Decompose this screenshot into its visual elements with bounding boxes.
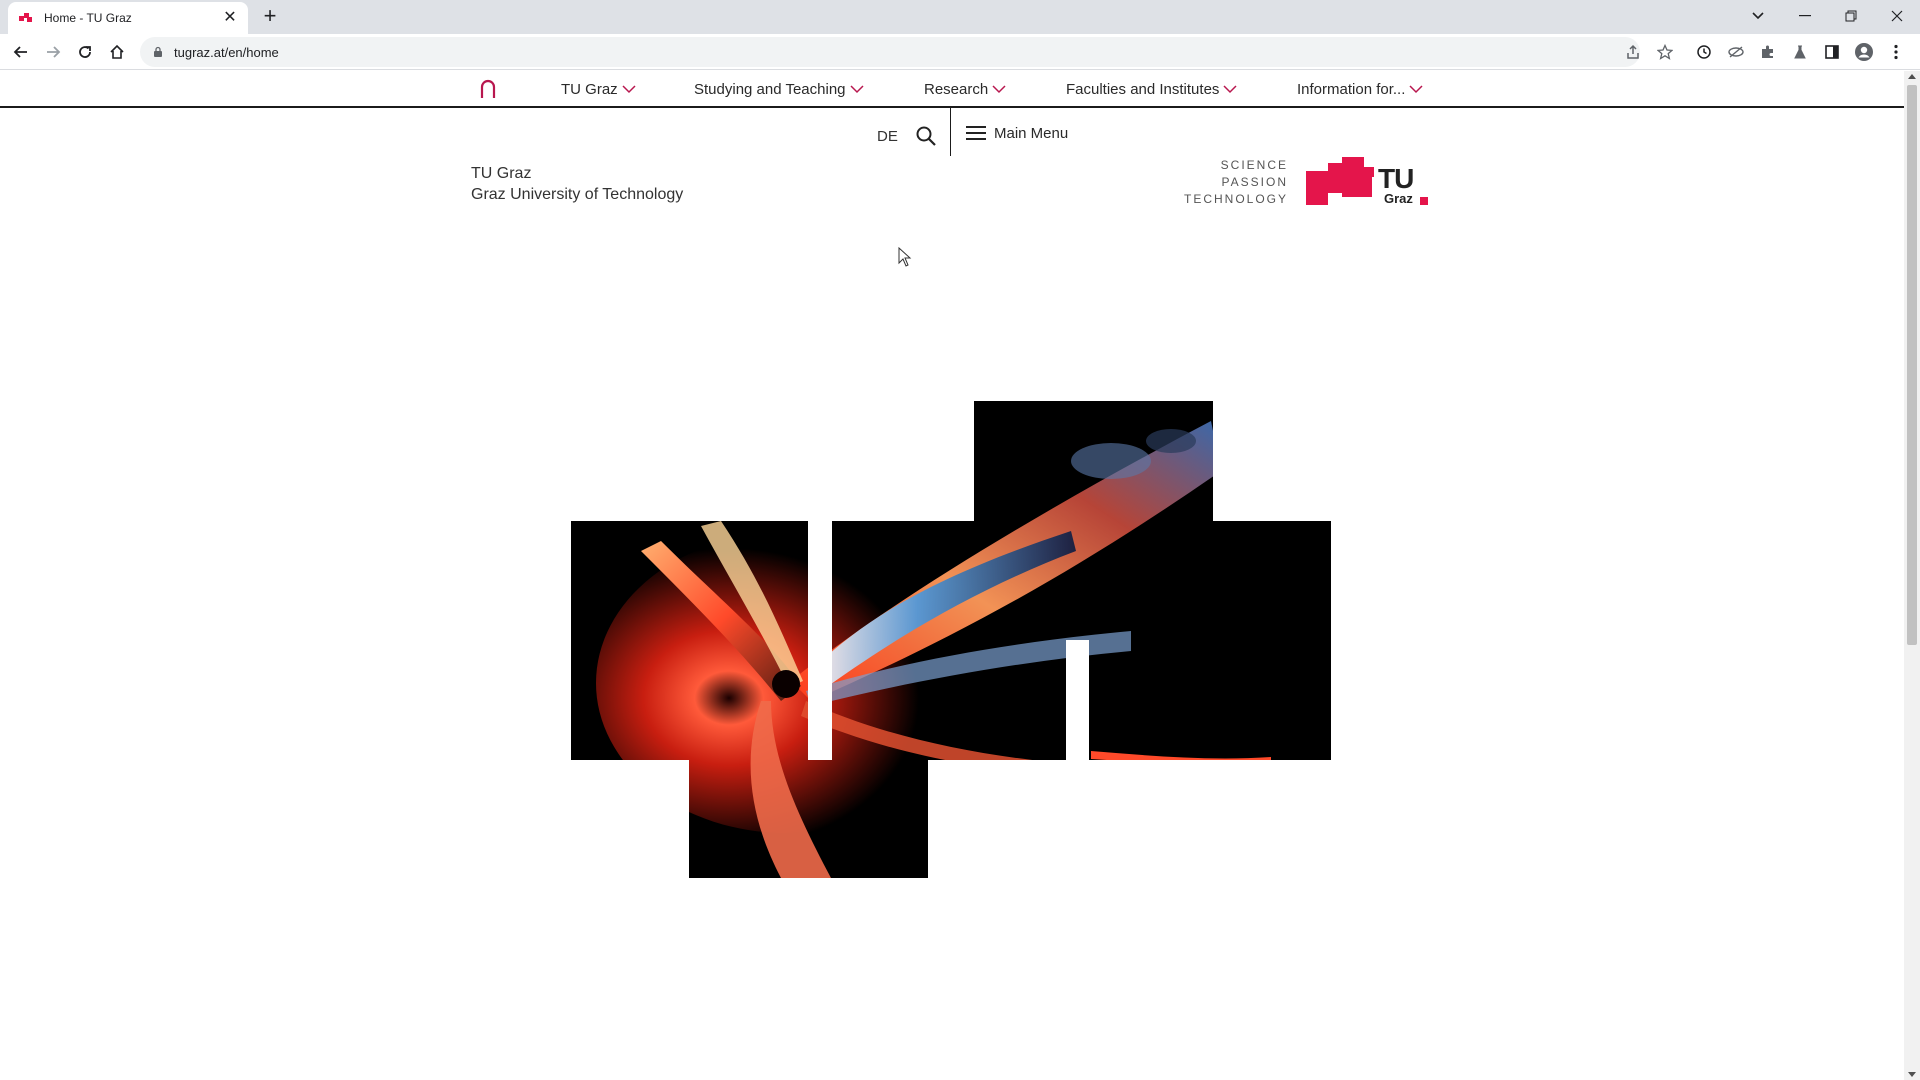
nav-item-label: TU Graz (561, 81, 618, 98)
address-bar[interactable]: tugraz.at/en/home (140, 37, 1640, 67)
mouse-cursor-icon (898, 247, 912, 267)
nav-item-faculties-and-institutes[interactable]: Faculties and Institutes (1066, 81, 1237, 98)
language-switch[interactable]: DE (877, 128, 898, 145)
chevron-down-icon (622, 85, 636, 94)
chevron-down-icon (992, 85, 1006, 94)
claim-line: SCIENCE (1220, 158, 1288, 172)
utility-divider (950, 108, 951, 156)
page-scrollbar[interactable] (1904, 71, 1920, 1080)
nav-item-tu-graz[interactable]: TU Graz (561, 81, 636, 98)
forward-arrow-icon[interactable] (41, 40, 65, 64)
window-close-icon[interactable] (1874, 0, 1920, 32)
scroll-down-arrow-icon[interactable] (1908, 1072, 1916, 1077)
browser-toolbar: tugraz.at/en/home (0, 34, 1920, 70)
nav-item-studying-and-teaching[interactable]: Studying and Teaching (694, 81, 864, 98)
back-arrow-icon[interactable] (9, 40, 33, 64)
tab-search-chevron-icon[interactable] (1744, 4, 1772, 28)
chevron-down-icon (1409, 85, 1423, 94)
restore-icon[interactable] (1828, 0, 1874, 32)
brand-claim: SCIENCE PASSION TECHNOLOGY (1180, 157, 1288, 208)
nav-item-label: Studying and Teaching (694, 81, 846, 98)
extension-eye-icon[interactable] (1724, 40, 1748, 64)
claim-line: TECHNOLOGY (1183, 192, 1288, 206)
nav-item-label: Research (924, 81, 989, 98)
home-arch-icon[interactable] (478, 79, 498, 99)
browser-tab-active[interactable]: Home - TU Graz ✕ (8, 2, 248, 34)
minimize-icon[interactable] (1782, 0, 1828, 32)
kebab-menu-icon[interactable] (1884, 40, 1908, 64)
nav-item-label: Information for... (1297, 81, 1406, 98)
scrollbar-thumb[interactable] (1907, 85, 1917, 645)
browser-tab-strip: Home - TU Graz ✕ + (0, 0, 1920, 34)
nav-item-label: Faculties and Institutes (1066, 81, 1220, 98)
nav-item-research[interactable]: Research (924, 81, 1006, 98)
close-icon[interactable]: ✕ (222, 10, 238, 26)
puzzle-icon[interactable] (1756, 40, 1780, 64)
hero-image (571, 401, 1331, 878)
brand-fullname: Graz University of Technology (471, 186, 684, 203)
hamburger-menu-icon (966, 126, 986, 140)
sidepanel-icon[interactable] (1820, 40, 1844, 64)
chevron-down-icon (1223, 85, 1237, 94)
lock-icon (154, 46, 162, 57)
site-main-navigation: TU Graz Studying and Teaching Research F… (0, 71, 1904, 108)
history-icon[interactable] (1692, 40, 1716, 64)
lab-flask-icon[interactable] (1788, 40, 1812, 64)
tab-title: Home - TU Graz (44, 11, 132, 25)
star-icon[interactable] (1653, 40, 1677, 64)
share-icon[interactable] (1621, 40, 1645, 64)
chevron-down-icon (849, 85, 864, 94)
scroll-up-arrow-icon[interactable] (1908, 74, 1916, 79)
url-text: tugraz.at/en/home (174, 44, 279, 60)
claim-line: PASSION (1221, 175, 1288, 189)
home-icon[interactable] (105, 40, 129, 64)
tugraz-favicon-icon (19, 13, 32, 22)
web-page: TU Graz Studying and Teaching Research F… (0, 71, 1904, 1080)
brand-name: TU Graz (471, 165, 532, 182)
main-menu-button[interactable]: Main Menu (966, 124, 1068, 142)
logo-subtext: Graz (1384, 191, 1413, 206)
profile-icon[interactable] (1852, 40, 1876, 64)
reload-icon[interactable] (73, 40, 97, 64)
brand-title[interactable]: TU Graz Graz University of Technology (471, 163, 683, 205)
tu-graz-logo[interactable]: TU Graz (1302, 157, 1432, 207)
plus-icon[interactable]: + (258, 5, 282, 29)
nav-item-information-for[interactable]: Information for... (1297, 81, 1423, 98)
search-icon[interactable] (913, 123, 939, 149)
main-menu-label: Main Menu (994, 124, 1069, 142)
